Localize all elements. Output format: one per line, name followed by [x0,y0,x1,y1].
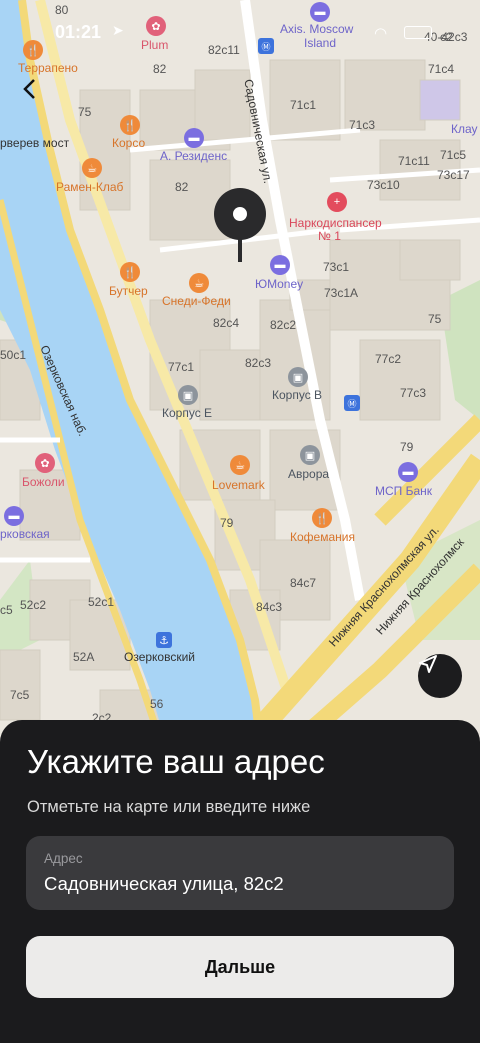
poi-narko[interactable]: Наркодиспансер [289,216,382,230]
battery-icon [404,26,432,39]
poi-msp-bank[interactable]: МСП Банк [375,484,432,498]
building-pin-icon[interactable]: ▬ [270,255,290,275]
status-bar: 01:21 ➤ ◠ [0,22,480,50]
building-number: 56 [150,697,164,711]
office-pin-icon[interactable]: ▣ [300,445,320,465]
poi-klau[interactable]: Клау [451,122,478,136]
poi-butcher[interactable]: Бутчер [109,284,148,298]
restaurant-pin-icon[interactable]: ✿ [35,453,55,473]
building-number: 52A [73,650,95,664]
building-number: 79 [220,516,234,530]
map-canvas [0,0,480,740]
metro-icon[interactable]: Ⓜ [344,395,360,411]
cafe-pin-icon[interactable]: ☕ [189,273,209,293]
poi-yumoney[interactable]: ЮMoney [255,277,303,291]
hotel-pin-icon[interactable]: ▬ [184,128,204,148]
my-location-button[interactable] [418,654,462,698]
building-number: 73c1A [324,286,359,300]
poi-korpus-e[interactable]: Корпус Е [162,406,212,420]
restaurant-pin-icon[interactable]: 🍴 [120,262,140,282]
poi-a-residence[interactable]: А. Резиденс [160,149,227,163]
street-label: рверев мост [0,136,70,150]
building-number: 71c4 [428,62,455,76]
building-number: 73c17 [437,168,470,182]
office-pin-icon[interactable]: ▣ [288,367,308,387]
poi-terrapeno[interactable]: Террапено [18,61,78,75]
building-number: 52c1 [88,595,115,609]
address-field[interactable]: Адрес [26,836,454,910]
building-number: 71c11 [398,154,430,168]
address-input[interactable] [44,873,424,895]
building-number: 84c7 [290,576,317,590]
building-number: 52c2 [20,598,47,612]
medical-pin-icon[interactable]: + [327,192,347,212]
next-button[interactable]: Дальше [26,936,454,998]
building-number: 82c2 [270,318,297,332]
location-arrow-icon: ➤ [112,22,124,38]
sheet-subtitle: Отметьте на карте или введите ниже [27,798,311,816]
building-number: 82 [153,62,167,76]
building-number: 77c1 [168,360,195,374]
cafe-pin-icon[interactable]: ☕ [230,455,250,475]
address-sheet: Укажите ваш адрес Отметьте на карте или … [0,720,480,1043]
building-number: c5 [0,603,13,617]
address-field-label: Адрес [44,851,83,866]
back-button[interactable] [22,78,52,108]
building-number: 50c1 [0,348,27,362]
poi-korso[interactable]: Корсо [112,136,145,150]
building-number: 7c5 [10,688,30,702]
building-number: 77c3 [400,386,427,400]
building-pin-icon[interactable]: ▬ [310,2,330,22]
building-number: 71c5 [440,148,467,162]
building-number: 82 [175,180,189,194]
building-number: 71c3 [349,118,376,132]
sheet-title: Укажите ваш адрес [27,743,325,780]
map-view[interactable]: 80 82 75 82c11 82 82c4 82c2 77c1 82c3 79… [0,0,480,740]
building-number: 82c4 [213,316,240,330]
restaurant-pin-icon[interactable]: 🍴 [120,115,140,135]
restaurant-pin-icon[interactable]: 🍴 [312,508,332,528]
poi-snedi[interactable]: Снеди-Феди [162,294,231,308]
wifi-icon: ◠ [374,25,388,42]
building-number: 84c3 [256,600,283,614]
poi-ramen-club[interactable]: Рамен-Клаб [56,180,123,194]
chevron-left-icon [23,79,35,99]
building-number: 77c2 [375,352,402,366]
hotel-pin-icon[interactable]: ▬ [4,506,24,526]
bank-pin-icon[interactable]: ▬ [398,462,418,482]
status-time: 01:21 [55,22,102,42]
building-number: 79 [400,440,414,454]
building-number: 73c1 [323,260,350,274]
building-number: 80 [55,3,69,17]
poi-ozerkovsky[interactable]: Озерковский [124,650,195,664]
building-number: 73c10 [367,178,400,192]
location-marker-icon [213,188,267,268]
office-pin-icon[interactable]: ▣ [178,385,198,405]
building-number: 71c1 [290,98,317,112]
poi-korpus-v[interactable]: Корпус В [272,388,322,402]
poi-avrora[interactable]: Аврора [288,467,329,481]
navigation-arrow-icon [419,655,437,673]
building-number: 75 [78,105,92,119]
poi-lovemark[interactable]: Lovemark [212,478,265,492]
cafe-pin-icon[interactable]: ☕ [82,158,102,178]
poi-bozholi[interactable]: Божоли [22,475,65,489]
poi-ozerkovskaya[interactable]: рковская [0,527,50,541]
pier-icon[interactable]: ⚓ [156,632,172,648]
building-number: 75 [428,312,442,326]
building-number: 82c3 [245,356,272,370]
poi-narko-num: № 1 [318,229,341,243]
poi-kofemania[interactable]: Кофемания [290,530,355,544]
